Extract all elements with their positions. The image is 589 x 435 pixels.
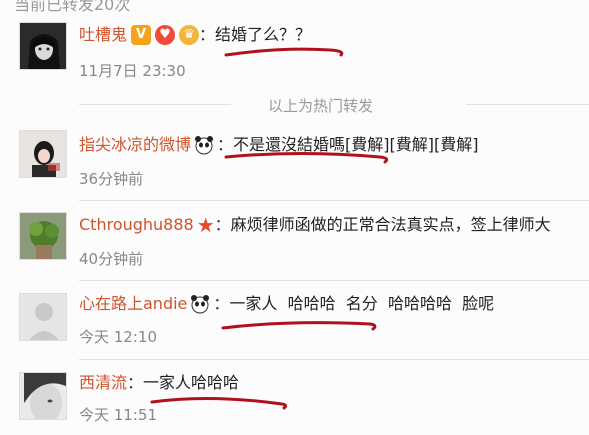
colon: ： [127,373,144,392]
username[interactable]: 指尖冰凉的微博 [79,134,191,156]
avatar[interactable] [19,293,67,341]
username[interactable]: 心在路上andie [79,293,187,315]
divider-line-left [79,104,231,105]
avatar[interactable] [19,22,67,70]
username[interactable]: Cthroughu888 [79,214,194,236]
separator [79,200,589,201]
heart-badge-icon: ♥ [155,25,176,45]
comment-text: 不是還沒結婚嗎[費解][費解][費解] [233,135,479,154]
panda-emoji-icon [191,295,210,314]
timestamp: 11月7日 23:30 [79,62,186,80]
divider-line-right [466,104,589,105]
colon: ： [217,135,234,154]
timestamp: 40分钟前 [79,250,144,268]
avatar[interactable] [19,212,67,260]
crown-badge-icon: ♛ [179,25,200,45]
avatar[interactable] [19,372,67,420]
timestamp: 36分钟前 [79,170,144,188]
separator [79,280,589,281]
avatar[interactable] [19,130,67,178]
username[interactable]: 西清流 [79,372,127,394]
comment-text: 一家人哈哈哈 [143,373,240,392]
username[interactable]: 吐槽鬼 [79,24,127,46]
timestamp: 今天 11:51 [79,406,157,424]
header-cut-text: 当前已转发20次 [14,0,131,14]
separator [79,359,589,360]
colon: ： [199,25,216,44]
panda-emoji-icon [195,136,214,155]
v-badge-icon: V [131,25,152,45]
colon: ： [214,215,231,234]
comment-text: 一家人 哈哈哈 名分 哈哈哈哈 脸呢 [229,294,495,313]
comment-text: 麻烦律师函做的正常合法真实点，签上律师大 [230,215,551,234]
colon: ： [213,294,230,313]
timestamp: 今天 12:10 [79,328,157,346]
comment-text: 结婚了么？？ [215,25,312,44]
hot-forward-divider: 以上为热门转发 [268,97,374,115]
star-icon: ★ [196,213,215,237]
